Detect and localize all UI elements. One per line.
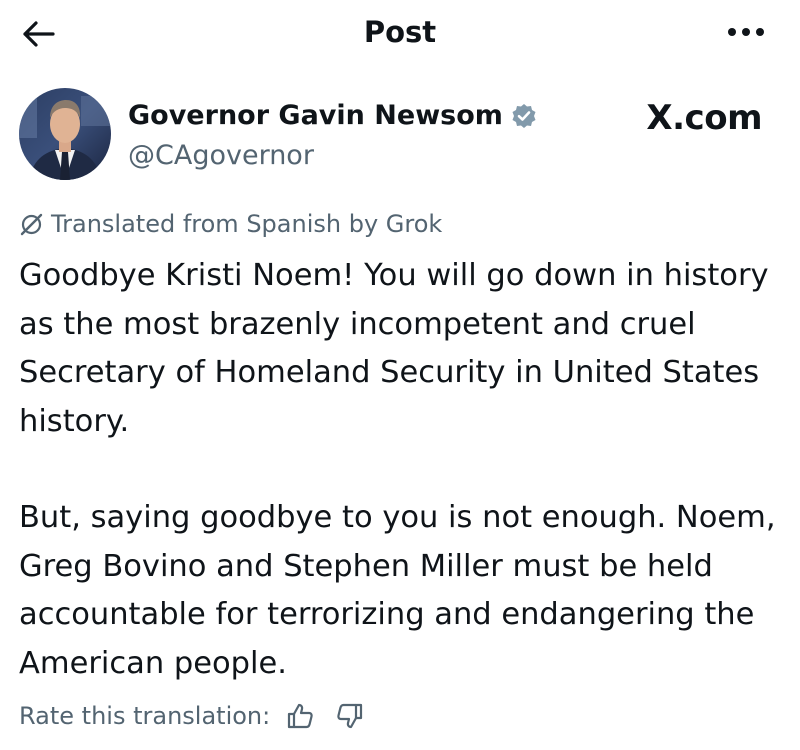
x-com-watermark: X.com xyxy=(646,98,762,138)
verified-badge-icon xyxy=(511,103,537,129)
author-name-text: Governor Gavin Newsom xyxy=(128,100,503,131)
thumbs-down-icon[interactable] xyxy=(332,700,368,732)
more-options-button[interactable] xyxy=(722,18,770,46)
grok-icon xyxy=(20,213,43,236)
more-horizontal-icon xyxy=(728,28,764,36)
author-display-name[interactable]: Governor Gavin Newsom xyxy=(128,99,537,133)
post-text: Goodbye Kristi Noem! You will go down in… xyxy=(19,252,789,688)
post-paragraph-2: But, saying goodbye to you is not enough… xyxy=(19,500,776,681)
post-paragraph-1: Goodbye Kristi Noem! You will go down in… xyxy=(19,258,769,439)
translation-label: Translated from Spanish by Grok xyxy=(51,210,443,238)
page-title: Post xyxy=(363,15,437,49)
translation-notice[interactable]: Translated from Spanish by Grok xyxy=(19,208,442,240)
rate-translation-label: Rate this translation: xyxy=(19,702,271,730)
rate-translation-row: Rate this translation: xyxy=(19,700,368,732)
thumbs-up-icon[interactable] xyxy=(282,700,318,732)
top-bar: Post xyxy=(0,0,800,70)
avatar-image xyxy=(19,88,111,180)
avatar[interactable] xyxy=(19,88,111,180)
author-handle[interactable]: @CAgovernor xyxy=(128,139,314,173)
